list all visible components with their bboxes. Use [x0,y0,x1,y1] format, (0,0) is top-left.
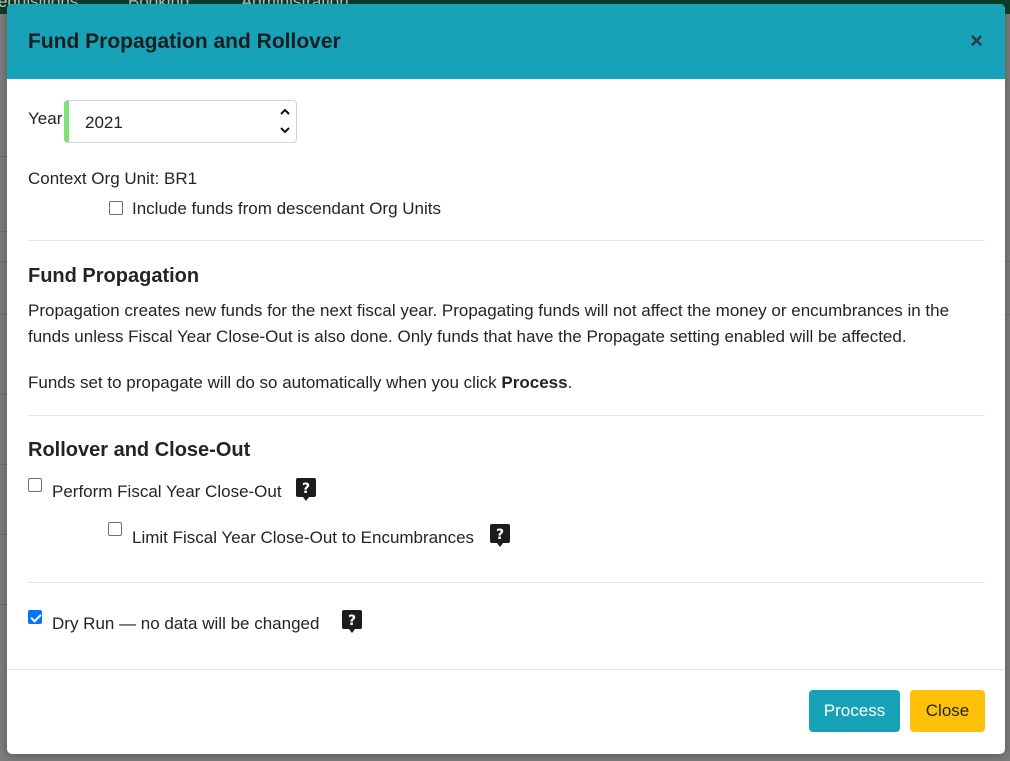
fund-propagation-dialog: Fund Propagation and Rollover × Year 202… [7,4,1005,754]
process-button[interactable]: Process [809,690,900,732]
include-descendants-label: Include funds from descendant Org Units [132,199,441,218]
fund-propagation-description: Propagation creates new funds for the ne… [28,301,950,346]
note-process-bold: Process [501,373,568,392]
close-icon[interactable]: × [970,30,983,52]
dialog-header: Fund Propagation and Rollover × [7,4,1005,79]
perform-closeout-checkbox[interactable] [28,478,42,492]
spinner-arrows-icon[interactable] [279,104,291,140]
divider [28,582,985,583]
divider [28,415,985,416]
context-org-unit: Context Org Unit: BR1 [28,169,198,188]
svg-text:?: ? [348,613,356,629]
year-value: 2021 [85,113,123,132]
close-button[interactable]: Close [910,690,985,732]
svg-text:?: ? [302,481,310,497]
year-spinner[interactable] [279,104,291,140]
note-text: Funds set to propagate will do so automa… [28,373,502,392]
fund-propagation-note: Funds set to propagate will do so automa… [28,370,988,396]
limit-closeout-checkbox[interactable] [108,522,122,536]
footer-divider [7,669,1005,670]
year-label: Year [28,109,63,128]
perform-closeout-label: Perform Fiscal Year Close-Out [52,482,282,501]
year-input[interactable]: 2021 [64,100,297,143]
dry-run-checkbox[interactable] [28,610,42,624]
limit-closeout-label: Limit Fiscal Year Close-Out to Encumbran… [132,528,475,547]
fund-propagation-heading: Fund Propagation [28,265,200,287]
note-suffix: . [567,373,573,392]
help-icon[interactable]: ? [296,478,316,501]
rollover-heading: Rollover and Close-Out [28,439,251,461]
include-descendants-checkbox[interactable] [109,201,123,215]
help-icon[interactable]: ? [342,610,362,633]
dialog-title: Fund Propagation and Rollover [28,30,341,53]
dry-run-label: Dry Run — no data will be changed [52,614,320,633]
divider [28,240,985,241]
help-icon[interactable]: ? [490,524,510,547]
svg-text:?: ? [496,527,504,543]
